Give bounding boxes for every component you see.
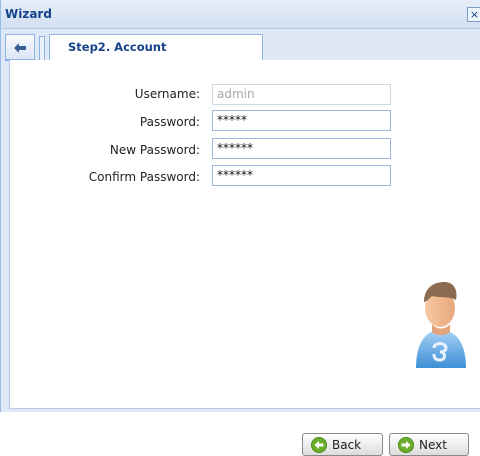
back-arrow-icon: [311, 436, 327, 453]
next-button[interactable]: Next: [389, 433, 469, 456]
next-button-label: Next: [419, 437, 447, 452]
arrow-left-icon: [14, 43, 26, 53]
password-label: Password:: [139, 115, 200, 129]
window-title: Wizard: [5, 7, 52, 21]
tab-separator: [39, 36, 45, 60]
user-avatar-icon: [416, 282, 466, 368]
close-icon[interactable]: ×: [467, 7, 480, 22]
title-bar: Wizard ×: [1, 0, 480, 29]
account-panel: Username: admin Password: ***** New Pass…: [9, 60, 480, 456]
back-button[interactable]: Back: [302, 433, 383, 456]
confirm-password-label: Confirm Password:: [88, 170, 200, 184]
new-password-label: New Password:: [109, 143, 200, 157]
username-field[interactable]: admin: [212, 84, 391, 105]
wizard-window: Wizard × Step2. Account Username: admin …: [0, 0, 480, 456]
new-password-field[interactable]: ******: [212, 138, 391, 159]
back-button-label: Back: [332, 437, 362, 452]
password-field[interactable]: *****: [212, 110, 391, 131]
confirm-password-field[interactable]: ******: [212, 165, 391, 186]
tab-step2-account[interactable]: Step2. Account: [49, 34, 263, 61]
tab-bar: Step2. Account: [5, 34, 480, 61]
tab-back-arrow-icon[interactable]: [5, 34, 35, 60]
forward-arrow-icon: [398, 436, 414, 453]
username-label: Username:: [134, 87, 200, 101]
